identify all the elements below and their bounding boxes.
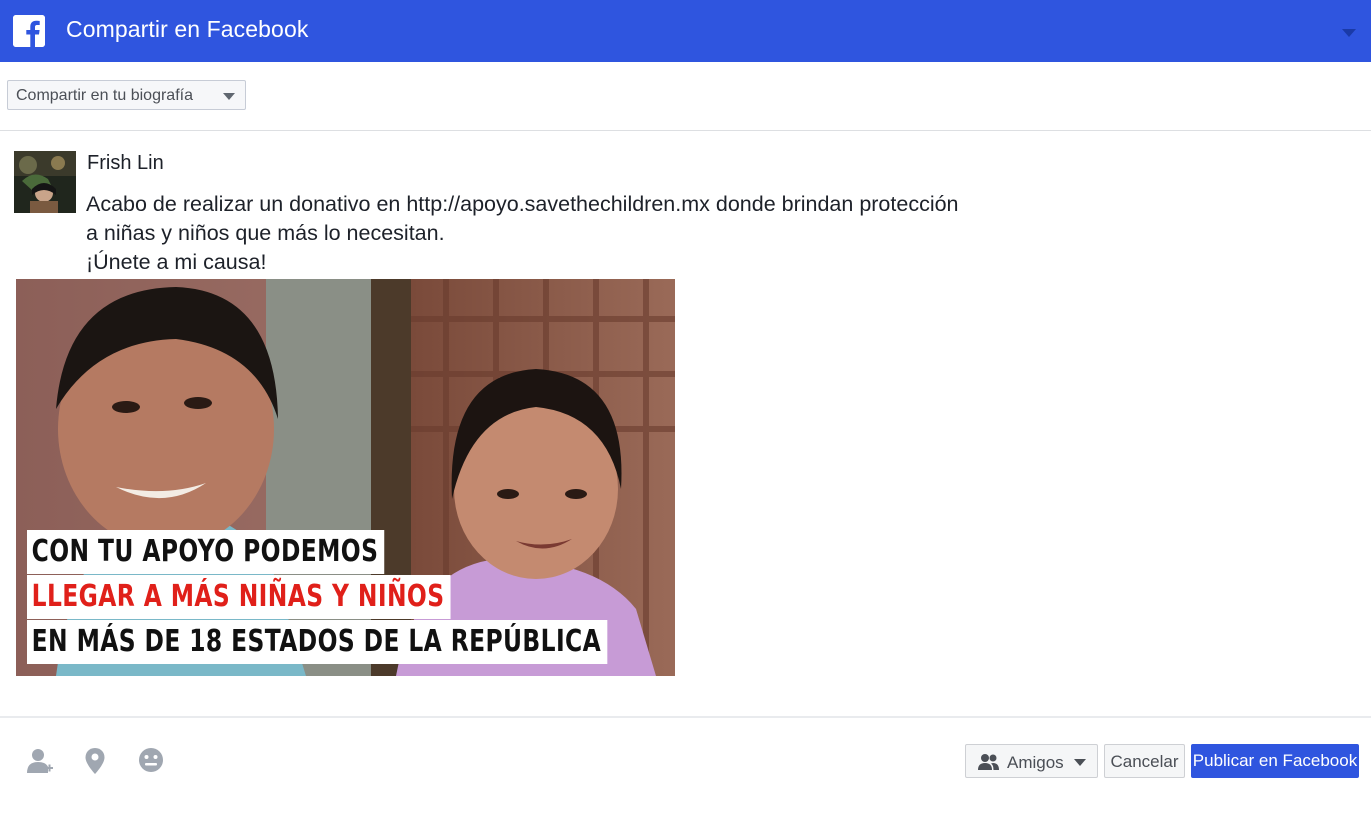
post-text-line: a niñas y niños que más lo necesitan. <box>86 221 445 245</box>
image-caption-line-highlight: LLEGAR A MÁS NIÑAS Y NIÑOS <box>27 575 451 619</box>
friends-icon <box>978 753 1000 776</box>
chevron-down-icon <box>1074 759 1086 766</box>
facebook-logo-icon <box>13 15 45 47</box>
post-message[interactable]: Acabo de realizar un donativo en http://… <box>86 190 1086 277</box>
share-target-dropdown[interactable]: Compartir en tu biografía <box>7 80 246 110</box>
feeling-smiley-icon[interactable] <box>137 747 165 775</box>
post-text-line: Acabo de realizar un donativo en http://… <box>86 192 959 216</box>
dialog-header: Compartir en Facebook <box>0 0 1371 62</box>
post-text-line: ¡Únete a mi causa! <box>86 250 267 274</box>
image-caption-line: EN MÁS DE 18 ESTADOS DE LA REPÚBLICA <box>27 620 608 664</box>
tag-friends-icon[interactable] <box>24 747 53 775</box>
publish-button[interactable]: Publicar en Facebook <box>1191 744 1359 778</box>
chevron-down-icon <box>223 93 235 100</box>
cancel-button[interactable]: Cancelar <box>1104 744 1185 778</box>
divider <box>0 130 1371 131</box>
image-caption-line: CON TU APOYO PODEMOS <box>27 530 385 574</box>
divider <box>0 716 1371 718</box>
location-pin-icon[interactable] <box>84 747 112 775</box>
share-target-label: Compartir en tu biografía <box>16 87 193 104</box>
dialog-title: Compartir en Facebook <box>66 16 309 42</box>
shared-link-image[interactable]: CON TU APOYO PODEMOS LLEGAR A MÁS NIÑAS … <box>16 279 675 676</box>
avatar <box>14 151 76 213</box>
audience-selector-button[interactable]: Amigos <box>965 744 1098 778</box>
header-menu-caret-icon[interactable] <box>1342 29 1356 37</box>
post-author-name[interactable]: Frish Lin <box>87 152 164 175</box>
audience-label: Amigos <box>1007 753 1064 772</box>
